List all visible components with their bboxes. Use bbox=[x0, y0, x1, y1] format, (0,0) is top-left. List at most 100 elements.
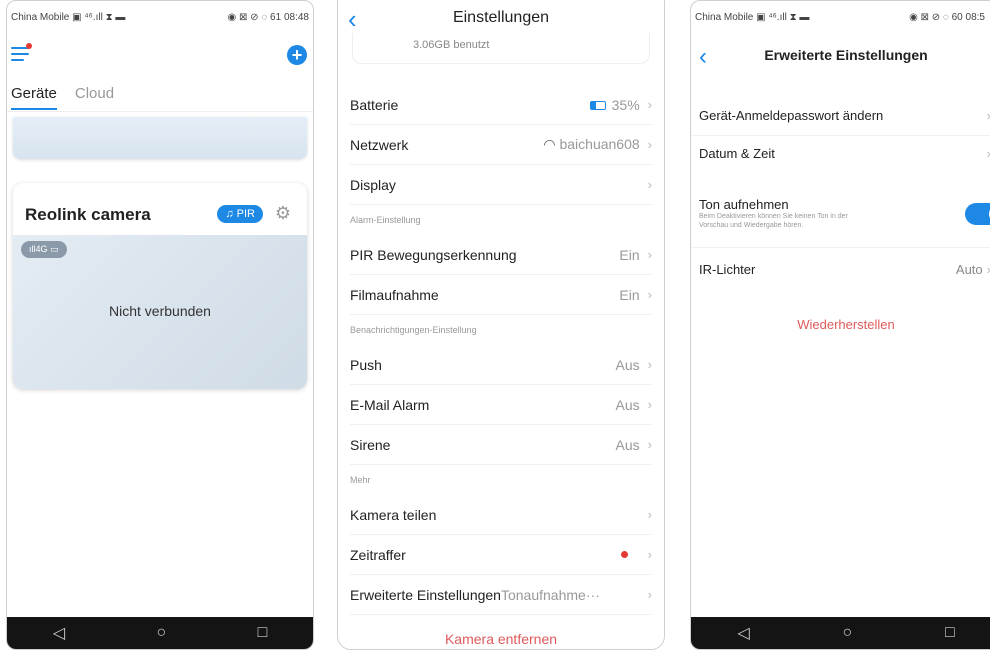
battery-icon bbox=[589, 101, 606, 111]
page-title: Einstellungen bbox=[452, 9, 550, 26]
header: ‹ Einstellungen bbox=[338, 6, 664, 33]
row-label: Kamera teilen bbox=[350, 506, 437, 523]
recents-nav-icon[interactable]: □ bbox=[945, 624, 955, 642]
gear-icon[interactable]: ⚙ bbox=[275, 203, 291, 224]
recents-nav-icon[interactable]: □ bbox=[258, 624, 268, 642]
new-badge-dot-icon bbox=[620, 551, 628, 558]
back-nav-icon[interactable]: ◁ bbox=[737, 623, 749, 643]
record-sound-toggle[interactable] bbox=[965, 203, 990, 225]
tab-cloud[interactable]: Cloud bbox=[75, 85, 114, 110]
pir-badge[interactable]: ♫ PIR bbox=[217, 205, 263, 223]
settings-list: Batterie 35% › Netzwerk ◠ baichuan608 › … bbox=[338, 85, 664, 615]
clock: 08:48 bbox=[283, 11, 309, 23]
header: ‹ Erweiterte Einstellungen bbox=[691, 43, 990, 71]
clock: 08:5 bbox=[965, 11, 985, 23]
add-device-button[interactable]: + bbox=[287, 45, 307, 65]
row-label: Sirene bbox=[350, 436, 391, 453]
row-timelapse[interactable]: Zeitraffer › bbox=[350, 535, 652, 575]
wifi-icon: ◠ bbox=[543, 136, 560, 152]
row-siren[interactable]: Sirene Aus › bbox=[350, 425, 652, 465]
row-value: Ein bbox=[619, 286, 640, 303]
device-tabs: Geräte Cloud bbox=[11, 85, 114, 110]
chevron-right-icon: › bbox=[987, 108, 990, 123]
row-email-alarm[interactable]: E-Mail Alarm Aus › bbox=[350, 385, 652, 425]
restore-button[interactable]: Wiederherstellen bbox=[691, 317, 990, 332]
chevron-right-icon: › bbox=[647, 587, 652, 602]
chevron-right-icon: › bbox=[647, 137, 652, 152]
row-label: Filmaufnahme bbox=[350, 286, 439, 303]
row-value: Ein bbox=[619, 246, 640, 263]
chevron-right-icon: › bbox=[647, 437, 652, 452]
pir-label: PIR bbox=[236, 208, 255, 220]
carrier-label: China Mobile bbox=[11, 11, 70, 23]
home-nav-icon[interactable]: ○ bbox=[842, 624, 852, 642]
row-value: ◠ baichuan608 bbox=[543, 136, 640, 152]
status-icons: ◉ ⊠ ⊘ ◌ 60 bbox=[909, 11, 963, 23]
back-nav-icon[interactable]: ◁ bbox=[53, 623, 65, 643]
section-alarm: Alarm-Einstellung bbox=[350, 215, 421, 225]
row-network[interactable]: Netzwerk ◠ baichuan608 › bbox=[350, 125, 652, 165]
row-share-camera[interactable]: Kamera teilen › bbox=[350, 495, 652, 535]
android-nav-bar: ◁ ○ □ bbox=[691, 617, 990, 649]
row-hint: Vorschau und Wiedergabe hören. bbox=[699, 222, 804, 229]
settings-screen: ‹ Einstellungen 3.06GB benutzt Batterie … bbox=[337, 0, 665, 650]
row-value: Auto bbox=[955, 261, 983, 277]
notification-dot-icon bbox=[26, 43, 32, 49]
row-record-sound: Ton aufnehmen Beim Deaktivieren können S… bbox=[699, 197, 990, 237]
row-value: 35% bbox=[589, 97, 640, 113]
row-value: Aus bbox=[615, 356, 640, 373]
chevron-right-icon: › bbox=[647, 287, 652, 302]
row-advanced-settings[interactable]: Erweiterte EinstellungenTonaufnahme··· › bbox=[350, 575, 652, 615]
chevron-right-icon: › bbox=[987, 262, 990, 277]
android-nav-bar: ◁ ○ □ bbox=[7, 617, 313, 649]
signal-icons: ▣ ⁴⁶.ıll ⧗ ▬ bbox=[72, 11, 126, 23]
status-bar: China Mobile ▣ ⁴⁶.ıll ⧗ ▬ ◉ ⊠ ⊘ ◌ 60 08:… bbox=[691, 9, 990, 25]
status-bar: China Mobile ▣ ⁴⁶.ıll ⧗ ▬ ◉ ⊠ ⊘ ◌ 61 08:… bbox=[7, 9, 313, 25]
remove-camera-button[interactable]: Kamera entfernen bbox=[338, 631, 664, 647]
page-title: Erweiterte Einstellungen bbox=[764, 47, 928, 63]
devices-screen: China Mobile ▣ ⁴⁶.ıll ⧗ ▬ ◉ ⊠ ⊘ ◌ 61 08:… bbox=[6, 0, 314, 650]
row-ir-lights[interactable]: IR-Lichter Auto › bbox=[699, 259, 990, 279]
home-nav-icon[interactable]: ○ bbox=[156, 624, 166, 642]
row-label: Erweiterte EinstellungenTonaufnahme··· bbox=[350, 586, 600, 603]
tab-devices[interactable]: Geräte bbox=[11, 85, 57, 110]
chevron-right-icon: › bbox=[647, 547, 652, 562]
divider bbox=[691, 247, 990, 248]
signal-icons: ▣ ⁴⁶.ıll ⧗ ▬ bbox=[756, 11, 810, 23]
connection-status: Nicht verbunden bbox=[109, 303, 211, 319]
row-change-password[interactable]: Gerät-Anmeldepasswort ändern › bbox=[699, 105, 990, 125]
row-hint: Beim Deaktivieren können Sie keinen Ton … bbox=[699, 213, 848, 220]
row-label: Push bbox=[350, 356, 382, 373]
camera-card[interactable]: Reolink camera ♫ PIR ⚙ ıll4G ▭ Nicht ver… bbox=[13, 183, 307, 389]
row-value: Aus bbox=[615, 436, 640, 453]
row-value: Tonaufnahme··· bbox=[500, 586, 600, 603]
chevron-right-icon: › bbox=[647, 177, 652, 192]
previous-camera-card[interactable] bbox=[13, 117, 307, 159]
row-label: Datum & Zeit bbox=[699, 145, 775, 161]
row-date-time[interactable]: Datum & Zeit › bbox=[699, 143, 990, 163]
signal-battery-badge: ıll4G ▭ bbox=[21, 241, 67, 258]
row-label: Netzwerk bbox=[350, 136, 409, 153]
chevron-right-icon: › bbox=[647, 507, 652, 522]
divider bbox=[7, 111, 313, 112]
divider bbox=[691, 135, 990, 136]
camera-name: Reolink camera bbox=[25, 205, 151, 224]
carrier-label: China Mobile bbox=[695, 11, 754, 23]
chevron-right-icon: › bbox=[647, 397, 652, 412]
row-pir[interactable]: PIR Bewegungserkennung Ein › bbox=[350, 235, 652, 275]
section-more: Mehr bbox=[350, 475, 371, 485]
section-notifications: Benachrichtigungen-Einstellung bbox=[350, 325, 477, 335]
storage-card: 3.06GB benutzt bbox=[352, 33, 650, 64]
row-battery[interactable]: Batterie 35% › bbox=[350, 85, 652, 125]
chevron-right-icon: › bbox=[647, 357, 652, 372]
row-display[interactable]: Display › bbox=[350, 165, 652, 205]
row-push[interactable]: Push Aus › bbox=[350, 345, 652, 385]
row-label: Batterie bbox=[350, 96, 399, 113]
status-icons: ◉ ⊠ ⊘ ◌ 61 bbox=[227, 11, 282, 23]
row-recording[interactable]: Filmaufnahme Ein › bbox=[350, 275, 652, 315]
menu-icon[interactable] bbox=[11, 47, 29, 61]
camera-preview[interactable]: ıll4G ▭ Nicht verbunden bbox=[13, 235, 307, 389]
advanced-settings-screen: China Mobile ▣ ⁴⁶.ıll ⧗ ▬ ◉ ⊠ ⊘ ◌ 60 08:… bbox=[690, 0, 990, 650]
row-label: Gerät-Anmeldepasswort ändern bbox=[699, 107, 884, 123]
row-label: Zeitraffer bbox=[350, 546, 406, 563]
